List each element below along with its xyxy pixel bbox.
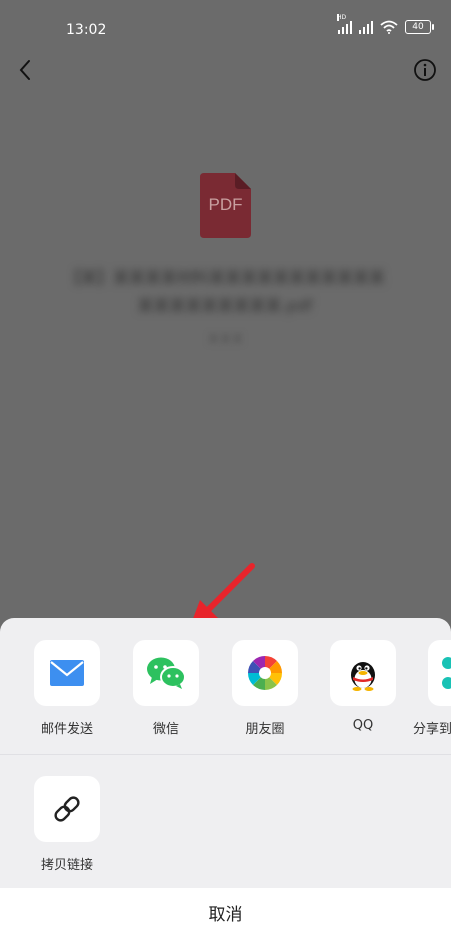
share-item-mail[interactable]: 邮件发送	[27, 640, 107, 737]
share-item-copy-link[interactable]: 拷贝链接	[27, 776, 107, 873]
signal-2-icon	[359, 20, 373, 34]
share-label-moments: 朋友圈	[245, 722, 285, 737]
sheet-divider	[0, 754, 451, 755]
wifi-icon	[380, 20, 398, 34]
mail-icon	[50, 660, 84, 686]
info-button[interactable]	[411, 56, 439, 84]
file-name: 【某】某某某某材料某某某某某某某某某某某某某某某某某某某某.pdf	[64, 268, 385, 315]
wechat-tile[interactable]	[133, 640, 199, 706]
share-label-wechat: 微信	[152, 722, 179, 737]
info-icon	[414, 59, 436, 81]
status-icons: HD 40	[337, 14, 434, 34]
copy-link-tile[interactable]	[34, 776, 100, 842]
share-to-icon	[442, 657, 451, 689]
share-item-share-to[interactable]: 分享到	[413, 640, 451, 737]
share-item-qq[interactable]: QQ	[323, 640, 403, 733]
share-label-qq: QQ	[352, 718, 374, 733]
share-to-tile[interactable]	[428, 640, 451, 706]
wechat-icon	[147, 657, 186, 689]
back-button[interactable]	[12, 56, 40, 84]
battery-icon: 40	[405, 20, 434, 34]
cancel-button[interactable]: 取消	[0, 888, 451, 943]
qq-tile[interactable]	[330, 640, 396, 706]
status-time: 13:02	[66, 22, 107, 38]
file-size: 某某某	[207, 332, 244, 346]
qq-icon	[351, 662, 375, 691]
signal-icon: HD	[337, 14, 352, 34]
mail-tile[interactable]	[34, 640, 100, 706]
hd-indicator: HD	[337, 14, 347, 21]
moments-icon	[248, 656, 282, 690]
share-sheet: 邮件发送 微信 朋友圈 QQ 分享到 拷贝链接 取消	[0, 618, 451, 943]
share-label-share-to: 分享到	[413, 722, 451, 737]
pdf-type-label: PDF	[208, 195, 243, 214]
more-options-row: 拷贝链接	[0, 776, 451, 876]
share-label-copy-link: 拷贝链接	[40, 858, 93, 873]
chevron-left-icon	[19, 60, 30, 80]
share-label-mail: 邮件发送	[40, 722, 93, 737]
pdf-file-icon: PDF	[200, 173, 251, 238]
moments-tile[interactable]	[232, 640, 298, 706]
share-item-moments[interactable]: 朋友圈	[225, 640, 305, 737]
share-item-wechat[interactable]: 微信	[126, 640, 206, 737]
status-bar: 13:02 HD 40	[0, 0, 451, 56]
link-icon	[54, 796, 80, 822]
share-options-row: 邮件发送 微信 朋友圈 QQ 分享到	[0, 640, 451, 740]
